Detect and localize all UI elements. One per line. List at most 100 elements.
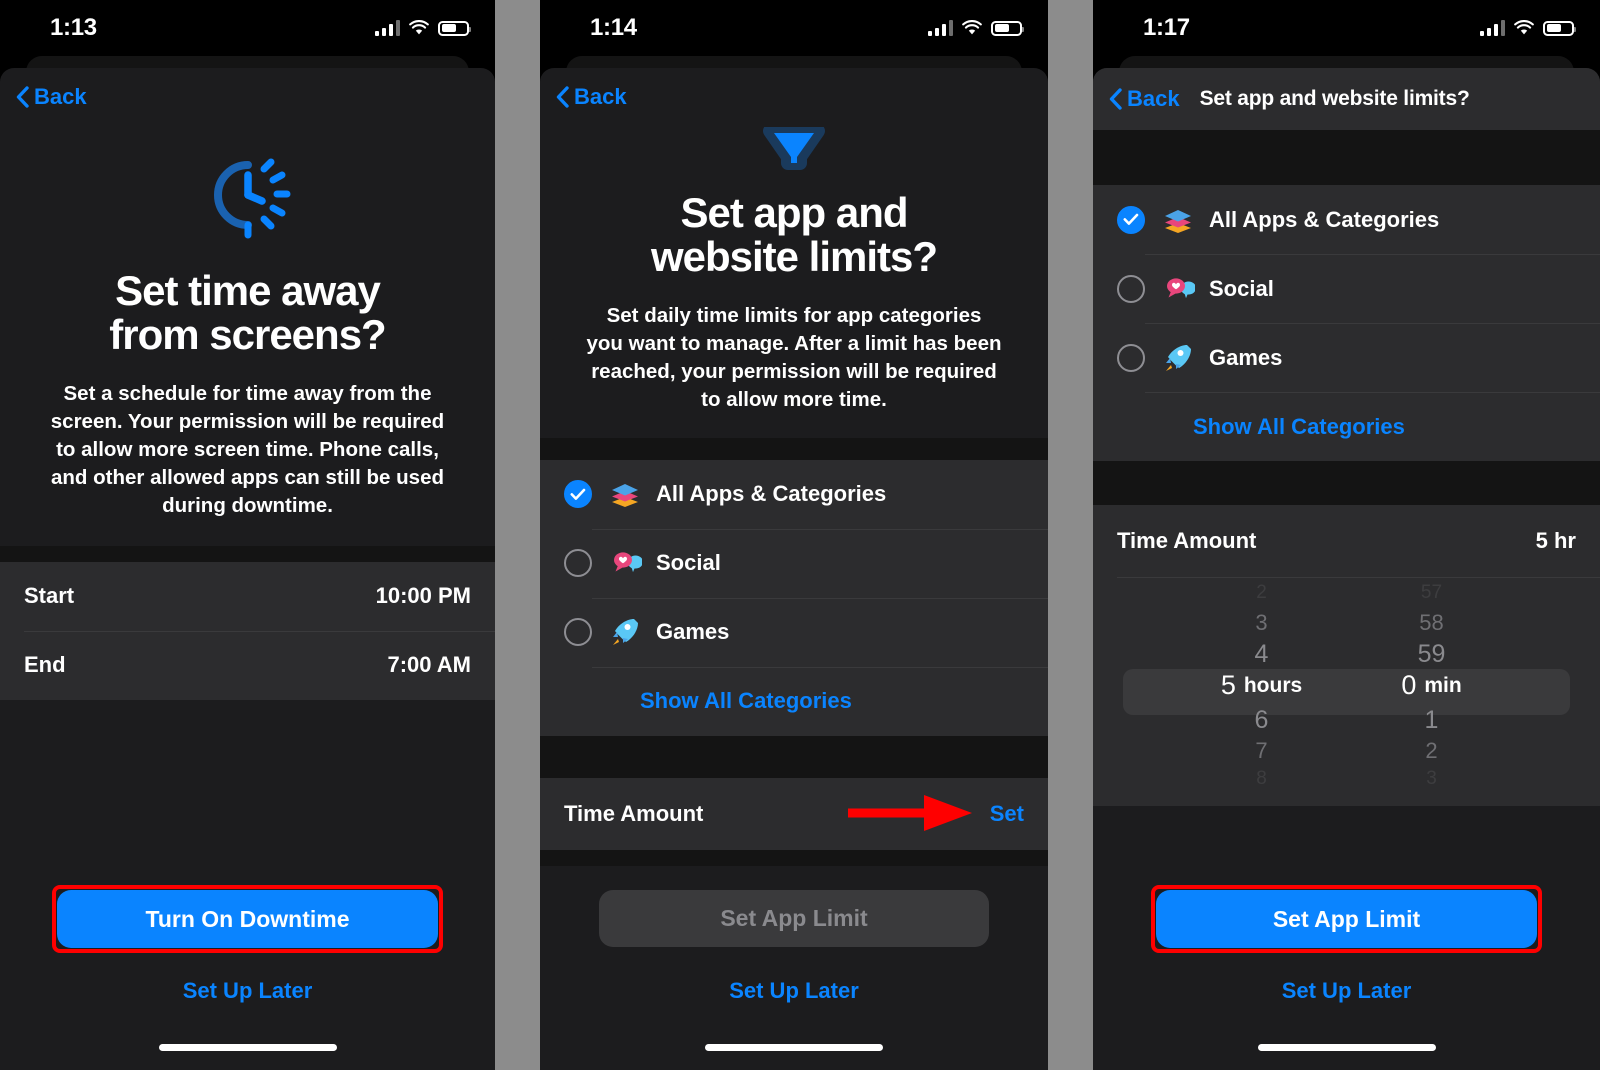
category-row-games[interactable]: Games — [1093, 323, 1600, 392]
rocket-icon — [608, 615, 642, 649]
status-time: 1:14 — [590, 14, 637, 41]
schedule-row-value: 7:00 AM — [387, 652, 471, 678]
primary-action-wrap: Set App Limit — [540, 890, 1048, 947]
picker-item-selected: 0 min — [1347, 670, 1517, 701]
picker-item: 2 — [1347, 738, 1517, 764]
chevron-left-icon — [16, 85, 29, 108]
picker-item-value: 58 — [1419, 610, 1444, 635]
picker-item-value: 8 — [1256, 768, 1267, 789]
schedule-row-start[interactable]: Start 10:00 PM — [0, 562, 495, 631]
radio-unchecked-icon[interactable] — [1117, 274, 1145, 303]
time-amount-set-link[interactable]: Set — [990, 801, 1024, 827]
page-title-line-1: Set app and — [680, 189, 908, 236]
show-all-categories-row[interactable]: Show All Categories — [1093, 392, 1600, 461]
stacked-layers-icon — [1161, 203, 1195, 237]
category-list: All Apps & Categories Social Games Show … — [1093, 185, 1600, 461]
picker-unit-label: hours — [1243, 673, 1303, 697]
category-row-social[interactable]: Social — [1093, 254, 1600, 323]
time-amount-label: Time Amount — [1117, 528, 1257, 553]
duration-picker[interactable]: 2 3 4 5 hours 6 7 8 57 58 59 0 min 1 2 3 — [1093, 578, 1600, 806]
status-time: 1:13 — [50, 14, 97, 41]
radio-checked-icon[interactable] — [564, 480, 592, 509]
phone-panel-downtime: 1:13 Back Set time away from screens? Se… — [0, 0, 495, 1070]
nav-bar: Back Set app and website limits? — [1093, 68, 1600, 130]
back-button-label: Back — [1127, 86, 1180, 111]
category-label: Games — [1209, 344, 1283, 370]
back-button[interactable]: Back — [556, 84, 627, 110]
category-label: All Apps & Categories — [656, 481, 887, 507]
nav-bar: Back — [540, 68, 1048, 125]
picker-item: 6 — [1177, 706, 1347, 735]
section-gap — [1093, 130, 1600, 185]
time-amount-row[interactable]: Time Amount 5 hr — [1093, 505, 1600, 577]
picker-unit-label: min — [1424, 673, 1462, 697]
hourglass-icon — [566, 127, 1022, 171]
page-title-line-2: website limits? — [650, 232, 938, 280]
set-app-limit-button[interactable]: Set App Limit — [1156, 890, 1537, 948]
battery-icon — [438, 20, 471, 36]
cellular-signal-icon — [927, 20, 953, 36]
wifi-icon — [409, 20, 429, 36]
back-button-label: Back — [574, 83, 627, 109]
rocket-icon — [1161, 341, 1195, 375]
radio-unchecked-icon[interactable] — [564, 549, 592, 578]
picker-item: 7 — [1177, 738, 1347, 764]
picker-item: 59 — [1347, 640, 1517, 669]
show-all-categories-link[interactable]: Show All Categories — [1193, 414, 1405, 440]
section-gap — [540, 437, 1048, 460]
picker-selected-value: 0 — [1401, 670, 1417, 700]
wifi-icon — [1514, 20, 1534, 36]
set-up-later-link[interactable]: Set Up Later — [1093, 978, 1600, 1004]
status-icons — [927, 20, 1024, 36]
picker-item-value: 6 — [1254, 706, 1269, 734]
nav-title: Set app and website limits? — [1199, 87, 1470, 110]
section-gap — [540, 849, 1048, 866]
set-up-later-link[interactable]: Set Up Later — [0, 978, 495, 1004]
footer-actions: Turn On Downtime Set Up Later — [0, 885, 495, 1070]
picker-item-value: 57 — [1420, 582, 1443, 603]
category-row-all-apps[interactable]: All Apps & Categories — [540, 460, 1048, 529]
category-label: Social — [1209, 275, 1274, 301]
picker-item-selected: 5 hours — [1177, 670, 1347, 701]
show-all-categories-link[interactable]: Show All Categories — [640, 688, 852, 714]
category-row-games[interactable]: Games — [540, 597, 1048, 667]
radio-unchecked-icon[interactable] — [564, 618, 592, 647]
picker-column-minutes[interactable]: 57 58 59 0 min 1 2 3 — [1347, 578, 1517, 806]
section-gap — [1093, 461, 1600, 505]
time-amount-section: Time Amount Set — [540, 777, 1048, 850]
back-button[interactable]: Back — [1109, 86, 1180, 112]
schedule-list: Start 10:00 PM End 7:00 AM — [0, 561, 495, 700]
picker-item: 3 — [1347, 768, 1517, 790]
set-up-later-link[interactable]: Set Up Later — [540, 978, 1048, 1004]
home-indicator — [158, 1044, 337, 1051]
picker-item-value: 1 — [1424, 706, 1439, 734]
page-description: Set a schedule for time away from the sc… — [50, 382, 445, 517]
show-all-categories-row[interactable]: Show All Categories — [540, 666, 1048, 736]
chevron-left-icon — [1109, 88, 1122, 110]
set-app-limit-button[interactable]: Set App Limit — [599, 890, 989, 947]
radio-checked-icon[interactable] — [1117, 205, 1145, 234]
category-row-social[interactable]: Social — [540, 528, 1048, 598]
status-icons — [1479, 20, 1576, 36]
picker-selected-value: 5 — [1220, 670, 1236, 700]
radio-unchecked-icon[interactable] — [1117, 343, 1145, 372]
category-label: Games — [656, 619, 730, 645]
picker-column-hours[interactable]: 2 3 4 5 hours 6 7 8 — [1177, 578, 1347, 806]
time-amount-section: Time Amount 5 hr 2 3 4 5 hours 6 7 8 57 … — [1093, 505, 1600, 806]
hero-section: Set time away from screens? Set a schedu… — [0, 125, 495, 520]
footer-actions: Set App Limit Set Up Later — [540, 890, 1048, 1070]
picker-item: 4 — [1177, 640, 1347, 669]
picker-item-value: 2 — [1425, 738, 1438, 763]
picker-item: 57 — [1347, 582, 1517, 604]
status-bar: 1:17 — [1093, 0, 1600, 56]
category-row-all-apps[interactable]: All Apps & Categories — [1093, 185, 1600, 254]
back-button[interactable]: Back — [16, 84, 87, 110]
turn-on-downtime-button[interactable]: Turn On Downtime — [57, 890, 438, 948]
sheet-card: Back Set app and website limits? All App… — [1093, 68, 1600, 1070]
time-amount-row[interactable]: Time Amount Set — [540, 778, 1048, 850]
schedule-row-value: 10:00 PM — [375, 583, 471, 609]
section-gap — [0, 545, 495, 562]
schedule-row-end[interactable]: End 7:00 AM — [0, 630, 495, 700]
picker-item: 3 — [1177, 610, 1347, 636]
